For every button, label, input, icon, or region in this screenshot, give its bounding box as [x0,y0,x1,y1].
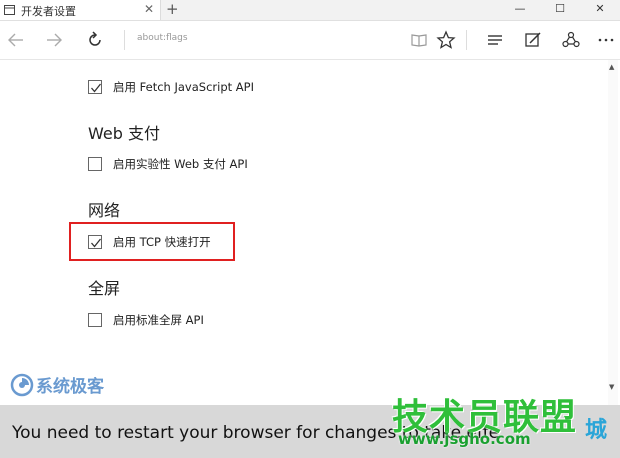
close-tab-icon[interactable]: ✕ [144,2,154,16]
address-bar[interactable]: about:flags [137,33,188,43]
tab-bar: 开发者设置 ✕ + — ☐ ✕ [0,0,620,21]
navigation-bar: about:flags [0,21,620,60]
watermark-site: www.jsgho.com [398,430,531,448]
scroll-up-arrow-icon[interactable]: ▲ [609,63,614,71]
scrollbar[interactable] [608,60,618,405]
web-note-icon[interactable] [523,30,543,50]
highlight-box [69,222,235,261]
tab-title: 开发者设置 [21,5,76,18]
page-icon [4,5,15,15]
fullscreen-api-checkbox[interactable] [88,313,102,327]
fullscreen-api-option[interactable]: 启用标准全屏 API [88,312,204,328]
more-options-icon[interactable] [596,30,616,50]
network-heading: 网络 [88,201,121,220]
minimize-button[interactable]: — [500,0,540,20]
watermark-logo-icon [10,373,34,396]
reading-view-icon[interactable] [409,30,429,50]
web-payment-heading: Web 支付 [88,124,160,143]
tab-developer-settings[interactable]: 开发者设置 ✕ [0,0,161,20]
fullscreen-api-label: 启用标准全屏 API [113,313,204,327]
fetch-api-label: 启用 Fetch JavaScript API [113,80,254,94]
refresh-icon[interactable] [85,30,105,50]
toolbar-divider [466,30,467,50]
hub-icon[interactable] [485,30,505,50]
fullscreen-heading: 全屏 [88,279,121,298]
new-tab-button[interactable]: + [166,0,179,18]
close-window-button[interactable]: ✕ [580,0,620,20]
watermark-xitongjike: 系统极客 [10,372,104,397]
web-payment-option[interactable]: 启用实验性 Web 支付 API [88,156,248,172]
maximize-button[interactable]: ☐ [540,0,580,20]
forward-arrow-icon[interactable] [44,30,64,50]
watermark-text: 系统极客 [36,377,104,397]
web-payment-checkbox[interactable] [88,157,102,171]
share-icon[interactable] [561,30,581,50]
address-divider [124,30,125,50]
fetch-api-checkbox[interactable] [88,80,102,94]
web-payment-label: 启用实验性 Web 支付 API [113,157,248,171]
back-arrow-icon[interactable] [6,30,26,50]
scroll-down-arrow-icon[interactable]: ▼ [609,383,614,391]
favorite-star-icon[interactable] [436,30,456,50]
checkmark-icon [91,83,102,93]
fetch-api-option[interactable]: 启用 Fetch JavaScript API [88,79,254,95]
watermark-char: 城 [585,418,608,443]
